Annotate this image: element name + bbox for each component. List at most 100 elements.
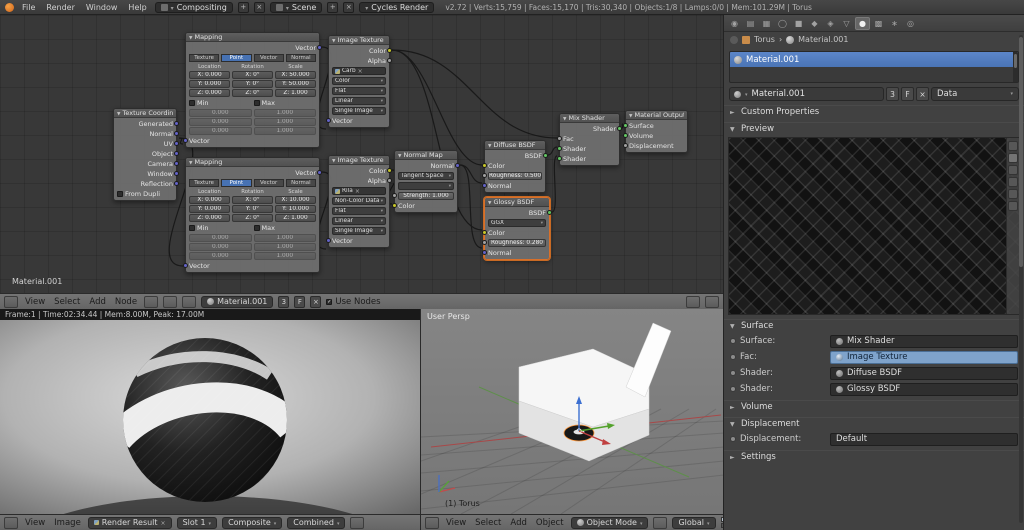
input-shader-1[interactable]: Shader bbox=[557, 145, 616, 153]
collapse-icon[interactable] bbox=[629, 111, 632, 119]
material-slot-list[interactable]: Material.001 bbox=[729, 51, 1019, 83]
socket-icon[interactable] bbox=[326, 118, 331, 123]
panel-arrow-icon[interactable] bbox=[730, 404, 737, 411]
scale-y-field[interactable]: Y: 50.000 bbox=[275, 80, 316, 88]
unlink-icon[interactable] bbox=[355, 188, 360, 195]
preview-flat-button[interactable] bbox=[1008, 141, 1018, 151]
location-y-field[interactable]: Y: 0.000 bbox=[189, 80, 230, 88]
menu-window[interactable]: Window bbox=[83, 3, 121, 12]
panel-settings[interactable]: Settings bbox=[724, 450, 1024, 463]
layer-dropdown[interactable]: Composite bbox=[222, 516, 283, 529]
distribution-dropdown[interactable]: GGX bbox=[488, 219, 546, 227]
rotation-z-field[interactable]: Z: 0° bbox=[232, 214, 273, 222]
socket-icon[interactable] bbox=[482, 173, 487, 178]
socket-icon[interactable] bbox=[557, 146, 562, 151]
tab-constraints[interactable]: ◆ bbox=[807, 17, 822, 30]
input-vector[interactable]: Vector bbox=[183, 262, 316, 270]
max-checkbox[interactable] bbox=[253, 100, 260, 106]
location-x-field[interactable]: X: 0.000 bbox=[189, 196, 230, 204]
node-editor-canvas[interactable]: Texture Coordinate Generated Normal UV O… bbox=[0, 15, 723, 293]
max-z-field[interactable]: 1.000 bbox=[253, 127, 316, 135]
checkbox-icon[interactable] bbox=[326, 298, 333, 305]
node-mix-shader[interactable]: Mix Shader Shader Fac Shader Shader bbox=[557, 113, 622, 166]
blender-logo-icon[interactable] bbox=[5, 2, 14, 12]
socket-icon[interactable] bbox=[183, 138, 188, 143]
tab-object-data[interactable]: ▽ bbox=[839, 17, 854, 30]
min-checkbox[interactable] bbox=[189, 225, 195, 231]
collapse-icon[interactable] bbox=[488, 198, 491, 206]
input-color[interactable]: Color bbox=[482, 229, 546, 237]
output-normal[interactable]: Normal bbox=[117, 130, 179, 138]
node-mapping-1[interactable]: Mapping Vector Texture Point Vector Norm… bbox=[183, 32, 322, 148]
socket-icon[interactable] bbox=[482, 230, 487, 235]
output-vector[interactable]: Vector bbox=[189, 169, 322, 177]
rotation-z-field[interactable]: Z: 0° bbox=[232, 89, 273, 97]
node-header[interactable]: Mix Shader bbox=[560, 114, 619, 123]
menu-add[interactable]: Add bbox=[508, 518, 528, 528]
add-scene-button[interactable] bbox=[327, 1, 339, 13]
source-dropdown[interactable]: Single Image bbox=[332, 107, 386, 115]
users-count-button[interactable]: 3 bbox=[886, 87, 899, 101]
socket-icon[interactable] bbox=[317, 45, 322, 50]
socket-icon[interactable] bbox=[174, 171, 179, 176]
menu-help[interactable]: Help bbox=[125, 3, 149, 12]
pass-dropdown[interactable]: Combined bbox=[287, 516, 346, 529]
panel-arrow-icon[interactable] bbox=[730, 323, 737, 330]
surface-shader-dropdown[interactable]: Mix Shader bbox=[830, 334, 1018, 348]
type-vector-button[interactable]: Vector bbox=[253, 54, 284, 62]
fake-user-button[interactable]: F bbox=[294, 295, 306, 308]
min-y-field[interactable]: 0.000 bbox=[189, 243, 252, 251]
node-normal-map[interactable]: Normal Map Normal Tangent Space Strength… bbox=[392, 150, 460, 213]
material-datablock[interactable]: Material.001 bbox=[201, 295, 274, 308]
breadcrumb-object[interactable]: Torus bbox=[754, 35, 775, 44]
type-point-button[interactable]: Point bbox=[221, 54, 252, 62]
editor-type-icon[interactable] bbox=[4, 516, 18, 529]
output-alpha[interactable]: Alpha bbox=[332, 57, 392, 65]
scale-x-field[interactable]: X: 50.000 bbox=[275, 71, 316, 79]
node-material-output[interactable]: Material Output Surface Volume Displacem… bbox=[623, 110, 688, 153]
collapse-icon[interactable] bbox=[117, 109, 120, 117]
scale-y-field[interactable]: Y: 10.000 bbox=[275, 205, 316, 213]
projection-dropdown[interactable]: Flat bbox=[332, 207, 386, 215]
collapse-icon[interactable] bbox=[189, 158, 192, 166]
collapse-icon[interactable] bbox=[189, 33, 192, 41]
rotation-x-field[interactable]: X: 0° bbox=[232, 71, 273, 79]
preview-sphere-button[interactable] bbox=[1008, 153, 1018, 163]
add-screen-layout-button[interactable] bbox=[237, 1, 249, 13]
menu-view[interactable]: View bbox=[444, 518, 468, 528]
snap-icon[interactable] bbox=[686, 295, 700, 308]
node-image-texture-1[interactable]: Image Texture Color Alpha Carb Color Fla… bbox=[326, 35, 392, 128]
node-texture-coordinate[interactable]: Texture Coordinate Generated Normal UV O… bbox=[113, 108, 179, 201]
type-vector-button[interactable]: Vector bbox=[253, 179, 284, 187]
node-header[interactable]: Texture Coordinate bbox=[114, 109, 176, 118]
input-vector[interactable]: Vector bbox=[183, 137, 316, 145]
roughness-value[interactable]: Roughness: 0.500 bbox=[488, 172, 542, 180]
image-datablock[interactable]: Rila bbox=[332, 187, 386, 195]
node-header[interactable]: Mapping bbox=[186, 158, 319, 167]
menu-render[interactable]: Render bbox=[43, 3, 77, 12]
type-texture-button[interactable]: Texture bbox=[189, 54, 220, 62]
menu-select[interactable]: Select bbox=[52, 297, 82, 307]
location-z-field[interactable]: Z: 0.000 bbox=[189, 89, 230, 97]
input-shader-2[interactable]: Shader bbox=[557, 155, 616, 163]
node-header[interactable]: Image Texture bbox=[329, 156, 389, 165]
tab-render-layers[interactable]: ▤ bbox=[743, 17, 758, 30]
tab-scene[interactable]: ▦ bbox=[759, 17, 774, 30]
color-space-dropdown[interactable]: Color bbox=[332, 77, 386, 85]
pin-icon[interactable] bbox=[730, 35, 738, 44]
material-slot-selected[interactable]: Material.001 bbox=[730, 52, 1018, 67]
panel-arrow-icon[interactable] bbox=[730, 126, 737, 133]
output-alpha[interactable]: Alpha bbox=[332, 177, 392, 185]
output-generated[interactable]: Generated bbox=[117, 120, 179, 128]
output-object[interactable]: Object bbox=[117, 150, 179, 158]
max-y-field[interactable]: 1.000 bbox=[253, 118, 316, 126]
max-x-field[interactable]: 1.000 bbox=[253, 234, 316, 242]
slot-dropdown[interactable]: Slot 1 bbox=[176, 516, 218, 529]
panel-custom-properties[interactable]: Custom Properties bbox=[724, 105, 1024, 118]
use-nodes-toggle[interactable]: Use Nodes bbox=[326, 297, 381, 307]
input-displacement[interactable]: Displacement bbox=[623, 142, 684, 150]
slot-list-scrollbar[interactable] bbox=[1013, 52, 1018, 82]
socket-icon[interactable] bbox=[557, 136, 562, 141]
type-point-button[interactable]: Point bbox=[221, 179, 252, 187]
min-y-field[interactable]: 0.000 bbox=[189, 118, 252, 126]
